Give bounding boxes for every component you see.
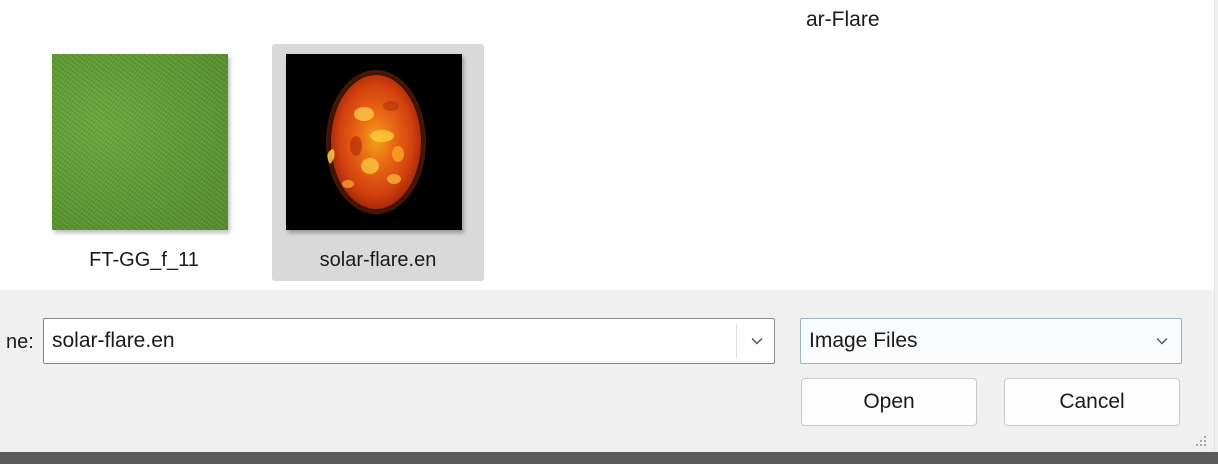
file-item-solar-flare[interactable]: solar-flare.en bbox=[272, 44, 484, 281]
taskbar-strip bbox=[0, 452, 1218, 464]
filename-label: ne: bbox=[6, 331, 34, 353]
solar-flare-thumbnail bbox=[286, 54, 462, 230]
filetype-dropdown[interactable]: Image Files bbox=[800, 318, 1182, 364]
chevron-down-icon[interactable] bbox=[750, 334, 764, 348]
combo-divider bbox=[736, 324, 737, 358]
filetype-value: Image Files bbox=[809, 329, 918, 352]
resize-grip-icon[interactable] bbox=[1190, 430, 1208, 448]
grass-texture-thumbnail bbox=[52, 54, 228, 230]
folder-name-label: ar-Flare bbox=[806, 8, 880, 31]
file-list-pane: ar-Flare FT-GG_f_11 solar-flare.en bbox=[0, 0, 1214, 290]
window-right-edge bbox=[1214, 0, 1218, 452]
dialog-footer: ne: solar-flare.en Image Files Open Canc… bbox=[0, 290, 1214, 452]
filename-input[interactable]: solar-flare.en bbox=[52, 329, 175, 353]
file-item-label: solar-flare.en bbox=[319, 249, 437, 271]
cancel-button[interactable]: Cancel bbox=[1004, 378, 1180, 426]
chevron-down-icon[interactable] bbox=[1155, 334, 1169, 348]
file-item-grass[interactable]: FT-GG_f_11 bbox=[38, 44, 250, 281]
open-button[interactable]: Open bbox=[801, 378, 977, 426]
filename-combobox[interactable]: solar-flare.en bbox=[43, 318, 775, 364]
file-item-label: FT-GG_f_11 bbox=[89, 249, 199, 271]
file-open-dialog: ar-Flare FT-GG_f_11 solar-flare.en ne: s… bbox=[0, 0, 1218, 464]
